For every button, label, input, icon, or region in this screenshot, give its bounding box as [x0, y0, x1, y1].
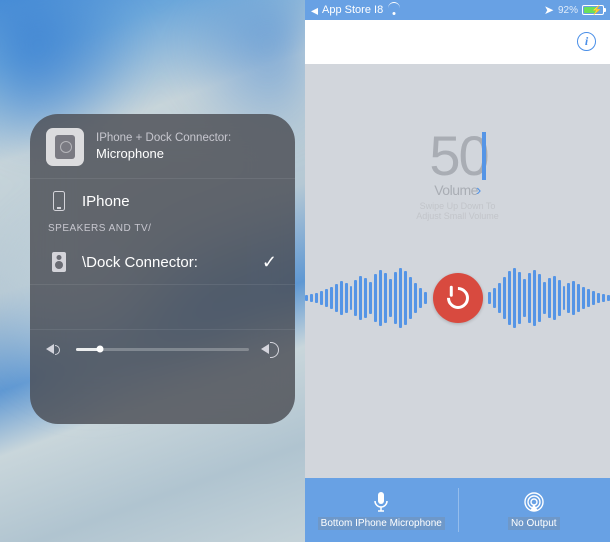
output-selector[interactable]: No Output [458, 478, 610, 542]
slider-thumb[interactable] [97, 346, 104, 353]
waveform-bar [354, 280, 357, 316]
airplay-row-label: \Dock Connector: [82, 254, 198, 271]
status-left: ◂ App Store I8 [311, 2, 401, 19]
back-chevron-icon[interactable]: ◂ [311, 2, 318, 19]
status-right: ➤ 92% ⚡ [544, 3, 604, 17]
waveform-bar [379, 270, 382, 326]
main-content: 50 Volume› Swipe Up Down To Adjust Small… [305, 64, 610, 478]
airplay-source-title: IPhone + Dock Connector: [96, 131, 231, 146]
waveform-bar [518, 272, 521, 324]
waveform-bar [558, 280, 561, 316]
waveform-visualizer [305, 262, 610, 334]
power-button[interactable] [433, 273, 483, 323]
volume-slider-row [30, 330, 295, 374]
waveform-bar [364, 278, 367, 318]
wifi-icon [387, 5, 401, 15]
left-blurred-background: IPhone + Dock Connector: Microphone IPho… [0, 0, 305, 542]
waveform-bar [424, 292, 427, 304]
volume-low-icon [46, 340, 64, 358]
iphone-device-icon [48, 191, 70, 211]
volume-hint: Swipe Up Down To Adjust Small Volume [305, 202, 610, 222]
waveform-bar [414, 283, 417, 313]
waveform-bar [488, 292, 491, 304]
bottom-toolbar: Bottom IPhone Microphone No Output [305, 478, 610, 542]
airplay-header: IPhone + Dock Connector: Microphone [30, 114, 295, 178]
waveform-bar [503, 277, 506, 319]
waveform-bar [582, 287, 585, 309]
airplay-row-label: IPhone [82, 193, 130, 210]
input-label: Bottom IPhone Microphone [318, 517, 445, 530]
volume-readout[interactable]: 50 [305, 64, 610, 184]
waveform-bar [330, 287, 333, 309]
waveform-bar [310, 294, 313, 302]
back-to-app-label[interactable]: App Store I8 [322, 4, 383, 16]
battery-icon: ⚡ [582, 5, 604, 15]
waveform-bar [384, 273, 387, 323]
battery-percentage: 92% [558, 5, 578, 16]
airplay-header-text: IPhone + Dock Connector: Microphone [96, 131, 231, 163]
waveform-bar [419, 288, 422, 308]
input-selector[interactable]: Bottom IPhone Microphone [305, 478, 458, 542]
location-icon: ➤ [544, 3, 554, 17]
status-bar: ◂ App Store I8 ➤ 92% ⚡ [305, 0, 610, 20]
waveform-bar [567, 283, 570, 313]
waveform-bar [587, 289, 590, 307]
waveform-bar [325, 289, 328, 307]
speaker-device-icon [48, 252, 70, 272]
waveform-bar [592, 291, 595, 305]
power-icon [442, 282, 473, 313]
waveform-bar [350, 286, 353, 310]
waveform-bar [399, 268, 402, 328]
volume-high-icon [261, 340, 279, 358]
waveform-bar [359, 276, 362, 320]
waveform-bar [374, 274, 377, 322]
waveform-bar [572, 281, 575, 315]
waveform-bar [553, 276, 556, 320]
waveform-bar [508, 271, 511, 325]
airplay-row-dock[interactable]: \Dock Connector: ✓ [30, 240, 295, 284]
waveform-bar [533, 270, 536, 326]
empty-row [30, 285, 295, 329]
waveform-bar [597, 293, 600, 303]
waveform-bar [563, 286, 566, 310]
microphone-icon [373, 491, 389, 513]
microphone-app-icon [46, 128, 84, 166]
waveform-bar [345, 283, 348, 313]
waveform-bar [543, 282, 546, 314]
airplay-source-sub: Microphone [96, 146, 231, 163]
waveform-bar [409, 277, 412, 319]
waveform-bar [315, 293, 318, 303]
airplay-row-iphone[interactable]: IPhone [30, 179, 295, 223]
info-icon[interactable]: i [577, 32, 596, 51]
app-header: i [305, 20, 610, 64]
waveform-bar [394, 272, 397, 324]
waveform-bar [548, 278, 551, 318]
checkmark-icon: ✓ [262, 252, 277, 273]
waveform-bar [340, 281, 343, 315]
waveform-bar [335, 284, 338, 312]
speakers-section-label: SPEAKERS AND TV/ [30, 223, 295, 240]
waveform-bar [404, 271, 407, 325]
waveform-bar [389, 279, 392, 317]
waveform-bar [528, 273, 531, 323]
airplay-picker-card: IPhone + Dock Connector: Microphone IPho… [30, 114, 295, 424]
waveform-bar [602, 294, 605, 302]
waveform-bar [320, 291, 323, 305]
waveform-bar [498, 283, 501, 313]
airplay-output-icon [522, 491, 546, 513]
waveform-bar [369, 282, 372, 314]
volume-slider[interactable] [76, 348, 249, 351]
right-app-screen: ◂ App Store I8 ➤ 92% ⚡ i 50 Volume› Swip… [305, 0, 610, 542]
waveform-bar [305, 295, 308, 301]
output-label: No Output [508, 517, 560, 530]
waveform-bar [577, 284, 580, 312]
waveform-bar [493, 288, 496, 308]
waveform-bar [513, 268, 516, 328]
waveform-bar [523, 279, 526, 317]
waveform-bar [538, 274, 541, 322]
